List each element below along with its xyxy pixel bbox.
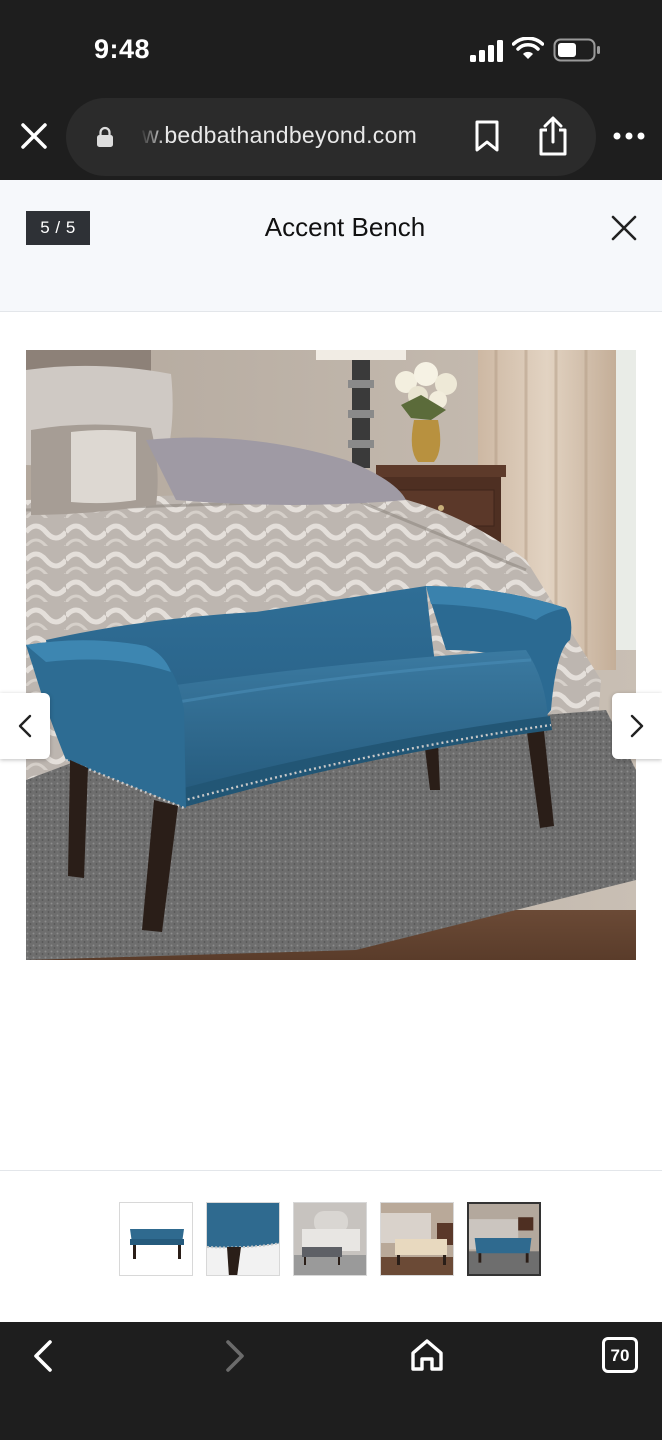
forward-arrow-icon[interactable] xyxy=(220,1338,250,1374)
gallery-title: Accent Bench xyxy=(264,212,426,242)
thumbnail-divider xyxy=(0,1170,662,1171)
thumb-image xyxy=(381,1203,453,1275)
url-fade xyxy=(140,118,166,154)
thumb-bench-detail[interactable] xyxy=(206,1202,280,1276)
previous-image-button[interactable] xyxy=(0,693,50,759)
close-icon[interactable] xyxy=(16,118,52,154)
back-arrow-icon[interactable] xyxy=(28,1338,58,1374)
thumb-image xyxy=(294,1203,366,1275)
thumb-bench-grey-room[interactable] xyxy=(293,1202,367,1276)
wifi-icon xyxy=(512,37,544,59)
tabs-count-button[interactable]: 70 xyxy=(602,1337,638,1373)
share-icon[interactable] xyxy=(536,116,570,156)
cellular-signal-icon xyxy=(470,40,503,62)
thumb-image xyxy=(207,1203,279,1275)
more-options-icon[interactable] xyxy=(612,124,646,148)
chevron-left-icon xyxy=(18,714,32,738)
thumb-bench-front[interactable] xyxy=(119,1202,193,1276)
battery-icon xyxy=(553,38,600,62)
next-image-button[interactable] xyxy=(612,693,662,759)
status-bar: 9:48 xyxy=(0,0,662,96)
close-gallery-icon[interactable] xyxy=(606,210,642,246)
thumb-image xyxy=(120,1203,192,1275)
chevron-right-icon xyxy=(630,714,644,738)
image-gallery-modal: 5 / 5 Accent Bench xyxy=(0,180,662,1322)
thumb-bench-blue-room[interactable] xyxy=(467,1202,541,1276)
thumbnail-strip xyxy=(119,1202,549,1276)
gallery-header: 5 / 5 Accent Bench xyxy=(0,180,662,312)
thumb-image xyxy=(469,1204,539,1274)
status-time: 9:48 xyxy=(94,34,151,64)
thumb-bench-cream-room[interactable] xyxy=(380,1202,454,1276)
lock-icon xyxy=(97,126,113,147)
product-main-image xyxy=(26,350,636,960)
browser-bottom-toolbar xyxy=(0,1322,662,1440)
url-text[interactable]: w.bedbathandbeyond.com xyxy=(142,122,417,149)
bookmark-icon[interactable] xyxy=(474,120,500,152)
home-icon[interactable] xyxy=(408,1336,446,1374)
